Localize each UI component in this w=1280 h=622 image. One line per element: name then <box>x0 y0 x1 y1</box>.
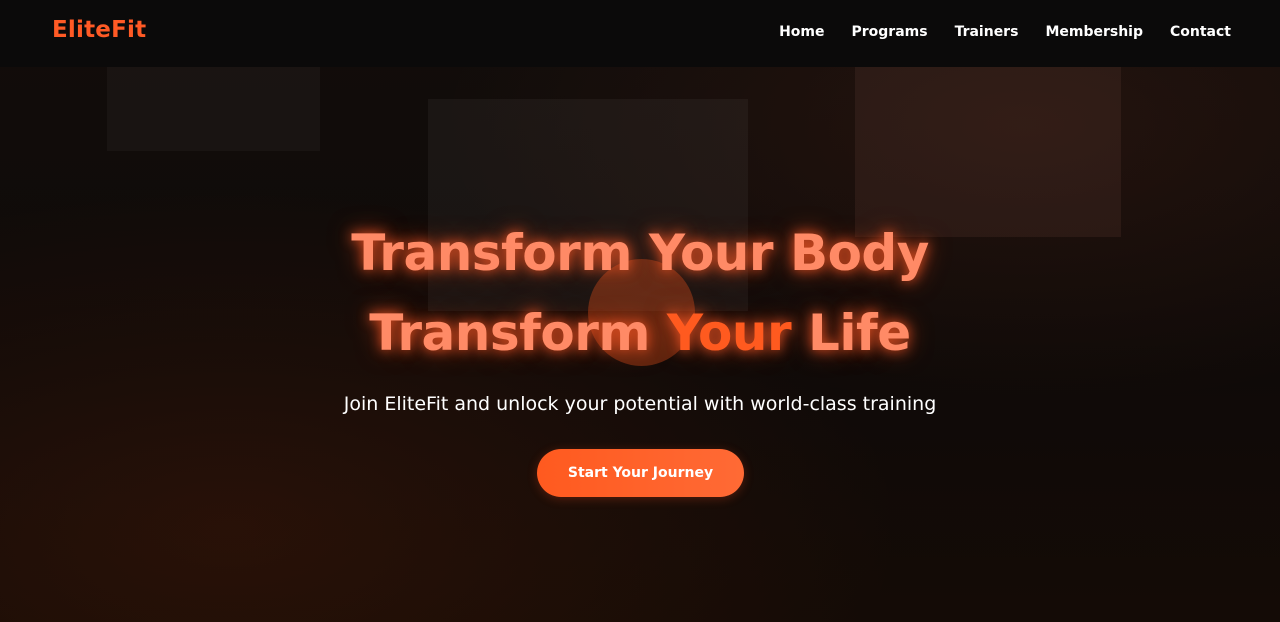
nav-contact[interactable]: Contact <box>1170 24 1231 40</box>
nav-home[interactable]: Home <box>779 24 824 40</box>
nav-programs[interactable]: Programs <box>851 24 927 40</box>
hero-subtitle: Join EliteFit and unlock your potential … <box>343 393 937 415</box>
hero-headline-line-2: Transform Your Life <box>0 304 1280 362</box>
brand-logo[interactable]: EliteFit <box>52 17 146 43</box>
nav-trainers[interactable]: Trainers <box>955 24 1019 40</box>
hero-headline-line-2-start: Transform <box>369 304 667 362</box>
hero-headline-line-1: Transform Your Body <box>351 224 929 282</box>
hero-headline-accent-word: Your <box>666 304 792 362</box>
hero-section: Transform Your Body Transform Your Life … <box>0 0 1280 622</box>
main-nav: Home Programs Trainers Membership Contac… <box>779 24 1231 40</box>
top-navbar: EliteFit Home Programs Trainers Membersh… <box>0 0 1280 67</box>
start-journey-button[interactable]: Start Your Journey <box>537 449 744 497</box>
hero-headline-line-2-end: Life <box>791 304 911 362</box>
nav-membership[interactable]: Membership <box>1045 24 1143 40</box>
landing-page: EliteFit Home Programs Trainers Membersh… <box>0 0 1280 622</box>
